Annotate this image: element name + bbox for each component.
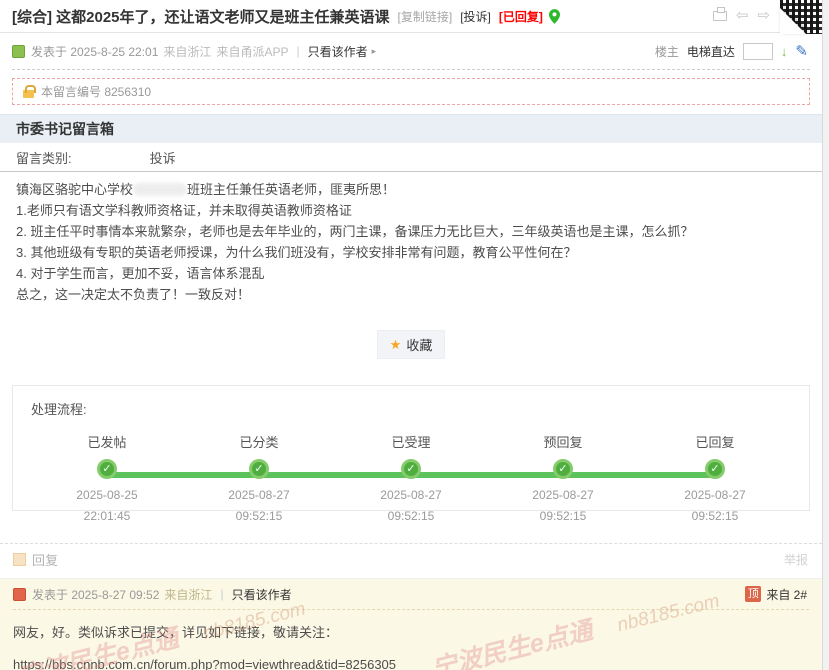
post1-from-app: 来自甬派APP xyxy=(216,43,288,60)
post2-avatar-icon[interactable] xyxy=(13,588,26,601)
step-check-icon: ✓ xyxy=(97,459,117,479)
lock-icon xyxy=(23,90,34,98)
floor-label: 楼主 xyxy=(655,43,679,60)
category-row: 留言类别: 投诉 xyxy=(0,143,822,172)
timeline-step: 已分类 ✓ 2025-08-27 09:52:15 xyxy=(183,432,335,523)
step-check-icon: ✓ xyxy=(401,459,421,479)
step-label: 已受理 xyxy=(335,432,487,456)
process-flow-title: 处理流程: xyxy=(31,399,791,418)
thread-title-bar: [综合] 这都2025年了，还让语文老师又是班主任兼英语课 [复制链接] [投诉… xyxy=(0,0,822,33)
header-separator: | xyxy=(220,587,223,601)
content-line: 2. 班主任平时事情本来就繁杂，老师也是去年毕业的，两门主课，备课压力无比巨大，… xyxy=(16,221,806,242)
edit-pencil-icon[interactable]: ✎ xyxy=(795,42,808,60)
step-time: 09:52:15 xyxy=(335,509,487,523)
report-button[interactable]: 举报 xyxy=(784,551,808,568)
content-line: 4. 对于学生而言，更加不妥，语言体系混乱 xyxy=(16,263,806,284)
step-check-icon: ✓ xyxy=(553,459,573,479)
favorite-button-row: ★ 收藏 xyxy=(0,330,822,359)
post2-from-location: 来自浙江 xyxy=(164,586,212,603)
scrollbar-track[interactable] xyxy=(823,0,829,670)
elevator-label: 电梯直达 xyxy=(687,43,735,60)
step-time: 22:01:45 xyxy=(31,509,183,523)
favorite-button[interactable]: ★ 收藏 xyxy=(377,330,446,359)
reply-bar: 回复 举报 xyxy=(0,544,822,575)
step-time: 09:52:15 xyxy=(487,509,639,523)
only-author-link[interactable]: 只看该作者 xyxy=(232,586,292,603)
mailbox-title: 市委书记留言箱 xyxy=(16,119,114,139)
step-date: 2025-08-27 xyxy=(639,488,791,502)
step-label: 已分类 xyxy=(183,432,335,456)
step-label: 已回复 xyxy=(639,432,791,456)
qr-code-page-peel[interactable] xyxy=(780,0,822,34)
redacted-text xyxy=(133,183,187,196)
step-date: 2025-08-27 xyxy=(183,488,335,502)
content-line: 3. 其他班级有专职的英语老师授课，为什么我们班没有，学校安排非常有问题，教育公… xyxy=(16,242,806,263)
step-check-icon: ✓ xyxy=(249,459,269,479)
main-content: [综合] 这都2025年了，还让语文老师又是班主任兼英语课 [复制链接] [投诉… xyxy=(0,0,823,670)
prev-thread-icon[interactable]: ⇦ xyxy=(736,8,749,23)
intro-after-text: 班班主任兼任英语老师，匪夷所思！ xyxy=(187,182,395,197)
post2-content: 网友，好。类似诉求已提交，详见如下链接，敬请关注： xyxy=(13,610,809,641)
content-line: 1.老师只有语文学科教师资格证，并未取得英语教师资格证 xyxy=(16,200,806,221)
star-icon: ★ xyxy=(390,337,402,353)
timeline-step: 已受理 ✓ 2025-08-27 09:52:15 xyxy=(335,432,487,523)
post1-content: 镇海区骆驼中心学校 班班主任兼任英语老师，匪夷所思！ 1.老师只有语文学科教师资格… xyxy=(0,172,822,305)
intro-before-text: 镇海区骆驼中心学校 xyxy=(16,182,133,197)
pinned-top-badge: 顶 xyxy=(745,586,761,602)
header-separator: | xyxy=(296,44,299,58)
only-author-link[interactable]: 只看该作者 xyxy=(308,43,368,60)
forum-thread-page: [综合] 这都2025年了，还让语文老师又是班主任兼英语课 [复制链接] [投诉… xyxy=(0,0,829,670)
step-date: 2025-08-27 xyxy=(335,488,487,502)
category-label: 留言类别: xyxy=(16,148,72,167)
complain-button[interactable]: [投诉] xyxy=(460,8,491,25)
reply-button[interactable]: 回复 xyxy=(32,550,58,569)
category-value: 投诉 xyxy=(150,148,176,167)
location-pin-icon xyxy=(549,9,560,24)
step-label: 预回复 xyxy=(487,432,639,456)
mailbox-header-bar: 市委书记留言箱 xyxy=(0,114,822,143)
process-flow-box: 处理流程: 已发帖 ✓ 2025-08-25 22:01:45 已分类 ✓ 20… xyxy=(12,385,810,511)
post1-from-location: 来自浙江 xyxy=(163,43,211,60)
step-time: 09:52:15 xyxy=(639,509,791,523)
elevator-go-icon[interactable]: ↓ xyxy=(781,44,788,59)
content-intro-line: 镇海区骆驼中心学校 班班主任兼任英语老师，匪夷所思！ xyxy=(16,179,806,200)
print-icon[interactable] xyxy=(713,11,727,21)
post1-header: 发表于 2025-8-25 22:01 来自浙江 来自甬派APP | 只看该作者… xyxy=(12,33,810,70)
post2-header: 发表于 2025-8-27 09:52 来自浙江 | 只看该作者 顶 来自 2# xyxy=(13,579,809,610)
elevator-page-input[interactable] xyxy=(743,43,773,60)
favorite-label: 收藏 xyxy=(406,335,432,354)
step-date: 2025-08-25 xyxy=(31,488,183,502)
next-thread-icon[interactable]: ⇨ xyxy=(757,8,770,23)
copy-link-button[interactable]: [复制链接] xyxy=(398,8,453,25)
step-time: 09:52:15 xyxy=(183,509,335,523)
caret-right-icon: ▸ xyxy=(372,46,377,57)
post1-header-right: 楼主 电梯直达 ↓ ✎ xyxy=(655,33,808,69)
timeline-step: 已发帖 ✓ 2025-08-25 22:01:45 xyxy=(31,432,183,523)
post2-posted-time: 发表于 2025-8-27 09:52 xyxy=(32,586,159,603)
step-date: 2025-08-27 xyxy=(487,488,639,502)
post1-avatar-icon[interactable] xyxy=(12,45,25,58)
message-number-text: 本留言编号 8256310 xyxy=(41,83,151,100)
content-line: 总之，这一决定太不负责了！一致反对！ xyxy=(16,284,806,305)
titlebar-tools: ⇦ ⇨ xyxy=(713,8,770,23)
post1-posted-time: 发表于 2025-8-25 22:01 xyxy=(31,43,158,60)
related-thread-link[interactable]: https://bbs.cnnb.com.cn/forum.php?mod=vi… xyxy=(13,657,396,670)
message-number-notice: 本留言编号 8256310 xyxy=(12,78,810,105)
post2-header-right: 顶 来自 2# xyxy=(745,586,807,603)
step-label: 已发帖 xyxy=(31,432,183,456)
replied-status-badge: [已回复] xyxy=(499,8,543,25)
reply-icon xyxy=(13,553,26,566)
step-check-icon: ✓ xyxy=(705,459,725,479)
timeline-step: 已回复 ✓ 2025-08-27 09:52:15 xyxy=(639,432,791,523)
post2-floor-label: 来自 2# xyxy=(766,586,807,603)
post2-official-reply: 发表于 2025-8-27 09:52 来自浙江 | 只看该作者 顶 来自 2#… xyxy=(0,578,822,670)
timeline-step: 预回复 ✓ 2025-08-27 09:52:15 xyxy=(487,432,639,523)
thread-title: [综合] 这都2025年了，还让语文老师又是班主任兼英语课 xyxy=(12,6,390,27)
process-timeline: 已发帖 ✓ 2025-08-25 22:01:45 已分类 ✓ 2025-08-… xyxy=(31,432,791,523)
